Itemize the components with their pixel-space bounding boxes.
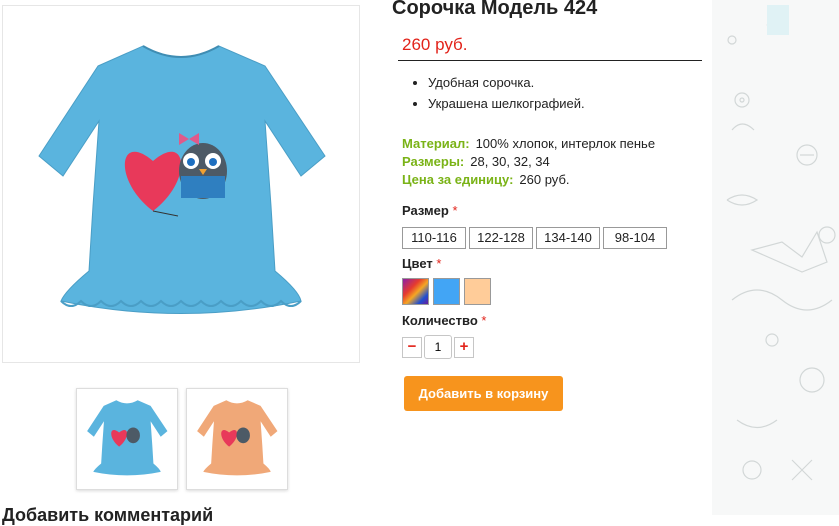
product-description: Удобная сорочка. Украшена шелкографией. <box>402 72 585 114</box>
description-item: Украшена шелкографией. <box>428 93 585 114</box>
color-label: Цвет * <box>402 256 442 271</box>
spec-label: Цена за единицу: <box>402 172 514 187</box>
required-mark: * <box>481 313 487 328</box>
spec-value: 100% хлопок, интерлок пенье <box>475 136 656 151</box>
spec-sizes: Размеры: 28, 30, 32, 34 <box>402 154 550 169</box>
size-option-110-116[interactable]: 110-116 <box>402 227 466 249</box>
quantity-input[interactable] <box>424 335 452 359</box>
description-item: Удобная сорочка. <box>428 72 585 93</box>
size-option-134-140[interactable]: 134-140 <box>536 227 600 249</box>
product-thumbnail-blue[interactable] <box>76 388 178 490</box>
spec-value: 260 руб. <box>519 172 570 187</box>
spec-material: Материал: 100% хлопок, интерлок пенье <box>402 136 655 151</box>
required-mark: * <box>452 203 458 218</box>
spec-unit-price: Цена за единицу: 260 руб. <box>402 172 570 187</box>
spec-value: 28, 30, 32, 34 <box>470 154 550 169</box>
spec-label: Материал: <box>402 136 470 151</box>
color-swatch-peach[interactable] <box>464 278 491 305</box>
product-main-image[interactable] <box>2 5 360 363</box>
quantity-decrease-button[interactable]: − <box>402 337 422 358</box>
size-option-98-104[interactable]: 98-104 <box>603 227 667 249</box>
spec-label: Размеры: <box>402 154 465 169</box>
product-thumbnail-peach[interactable] <box>186 388 288 490</box>
color-swatch-blue[interactable] <box>433 278 460 305</box>
background-pattern <box>712 0 839 515</box>
divider <box>398 60 702 61</box>
add-to-cart-button[interactable]: Добавить в корзину <box>404 376 563 411</box>
product-price: 260 руб. <box>402 35 468 54</box>
color-swatch-multicolor[interactable] <box>402 278 429 305</box>
quantity-label: Количество * <box>402 313 487 328</box>
required-mark: * <box>436 256 442 271</box>
comments-heading: Добавить комментарий <box>2 505 214 525</box>
size-option-122-128[interactable]: 122-128 <box>469 227 533 249</box>
product-title: Сорочка Модель 424 <box>392 0 598 19</box>
quantity-increase-button[interactable]: + <box>454 337 474 358</box>
size-label: Размер * <box>402 203 458 218</box>
